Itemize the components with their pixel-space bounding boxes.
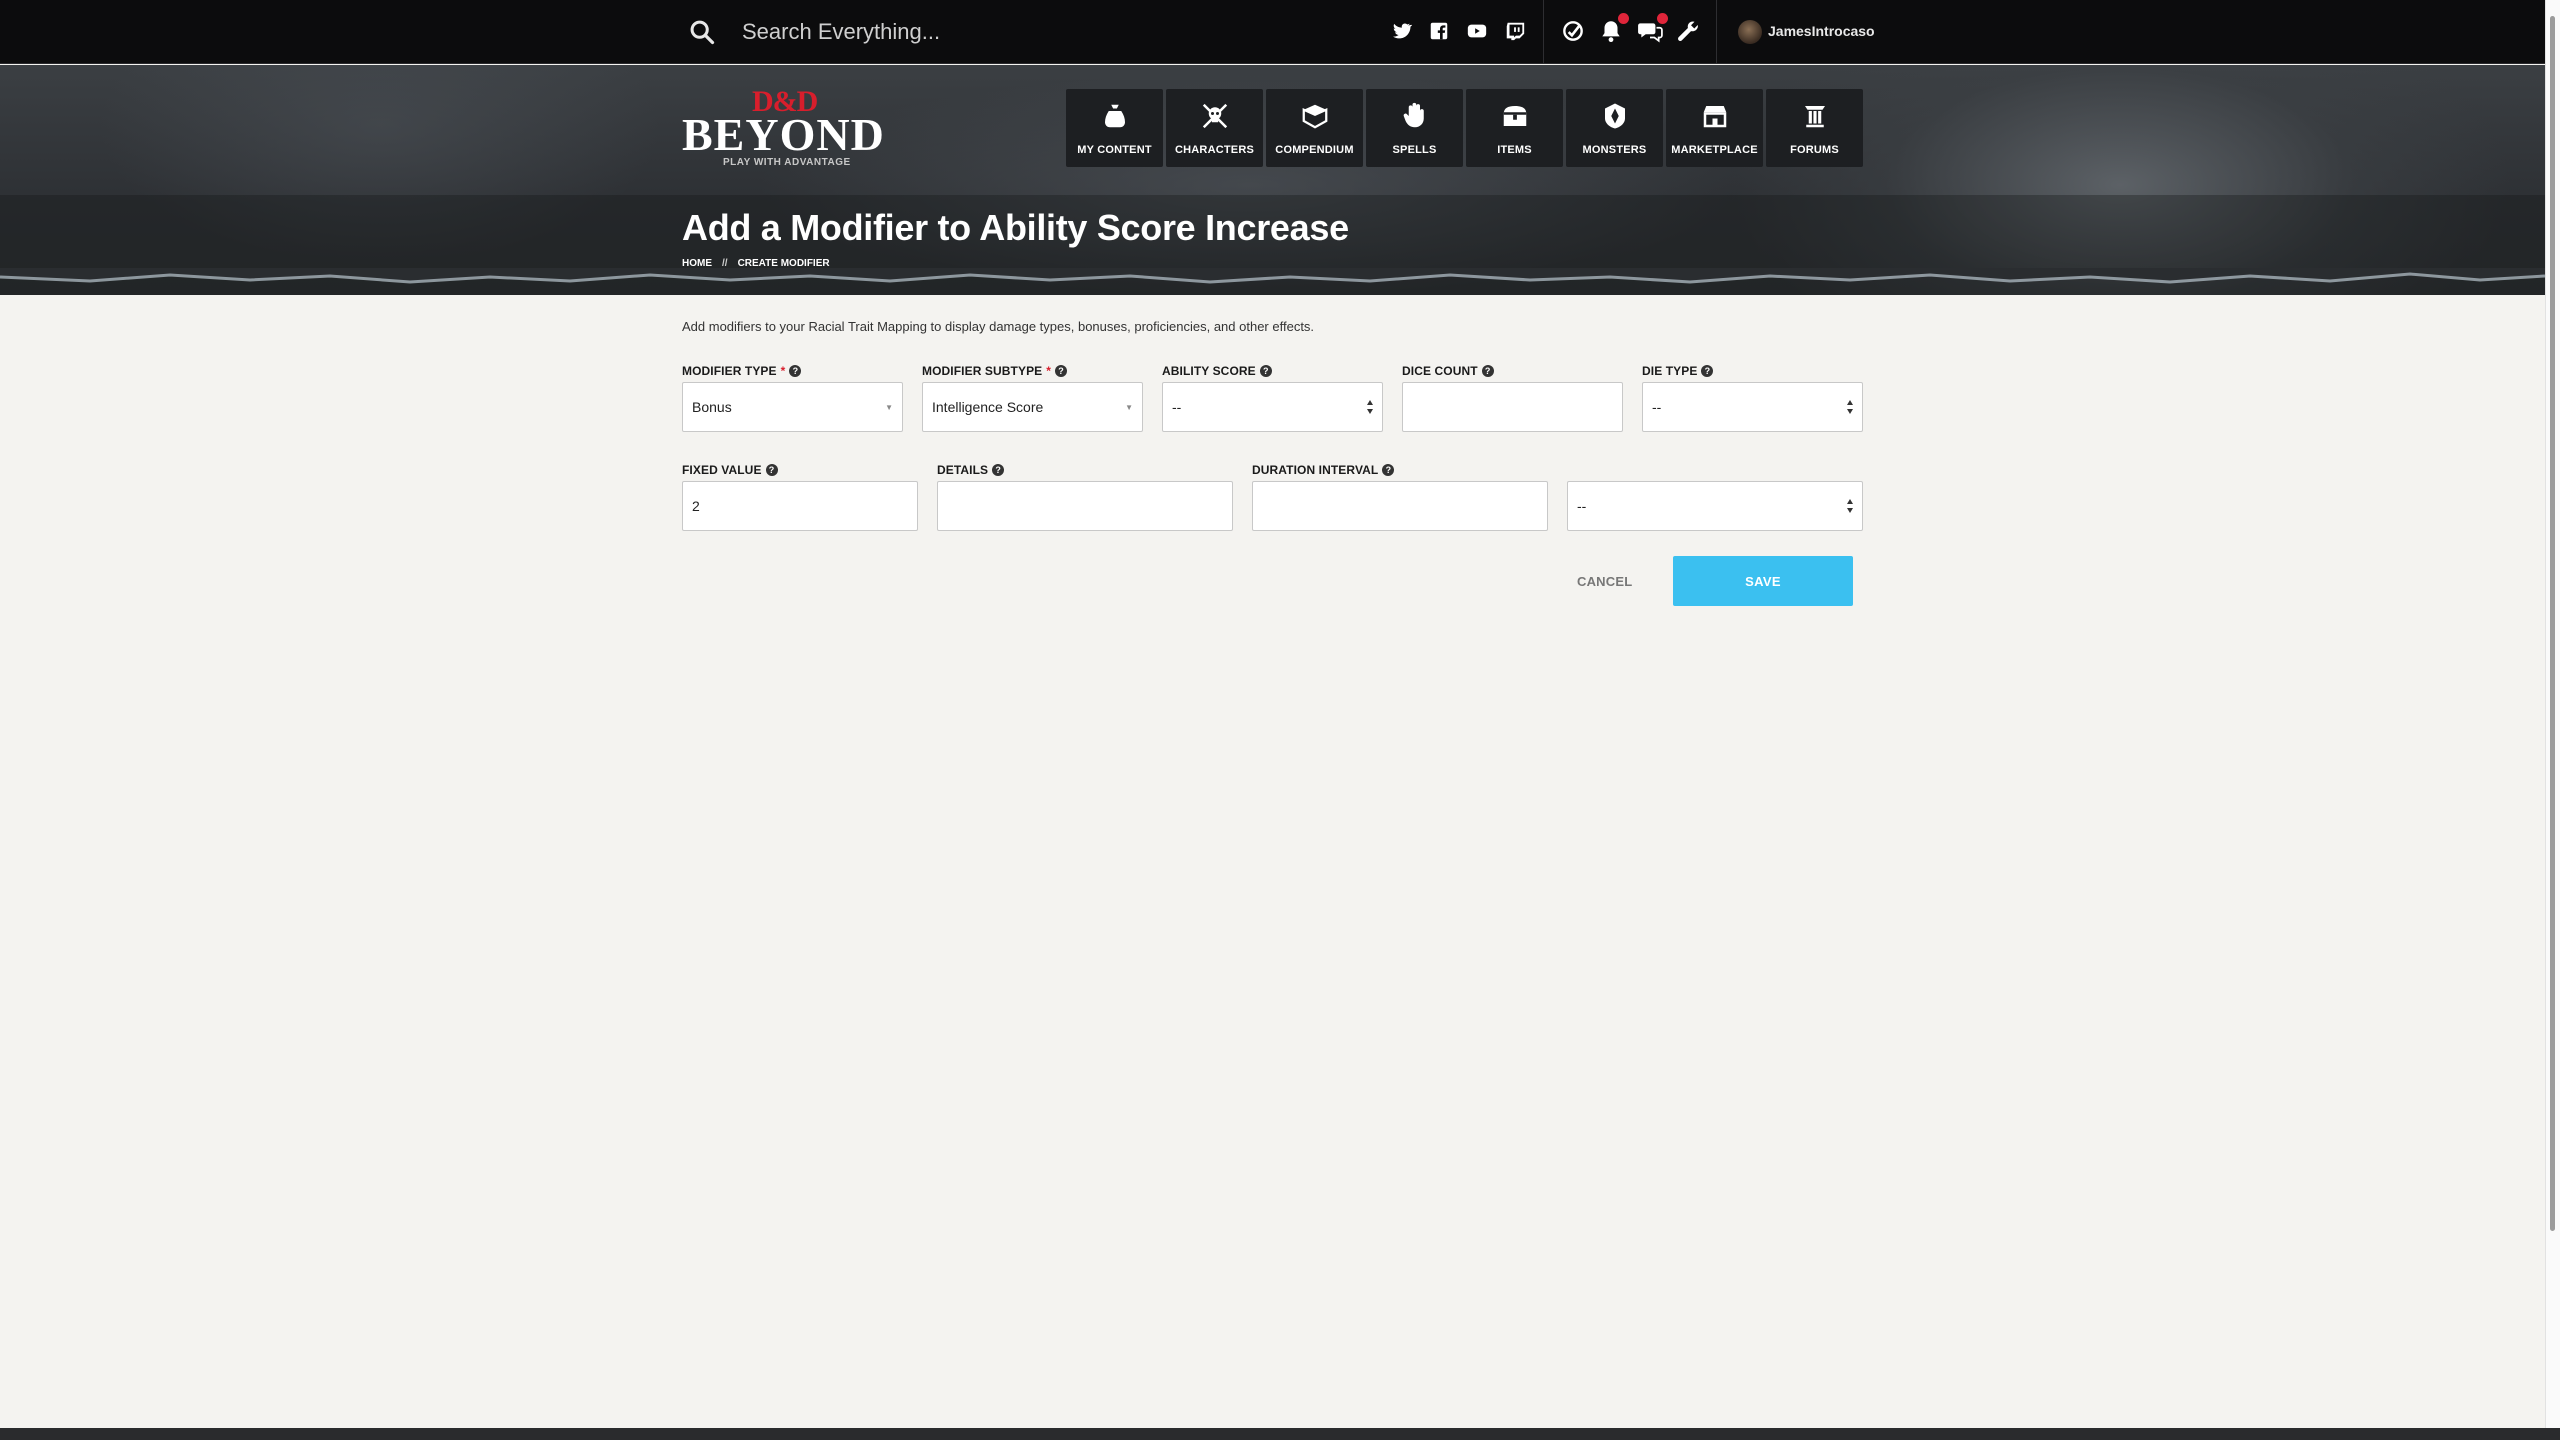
- cancel-button[interactable]: CANCEL: [1577, 574, 1632, 589]
- nav-label: COMPENDIUM: [1275, 144, 1354, 156]
- ability-score-select[interactable]: --: [1162, 382, 1383, 432]
- fixed-value-input[interactable]: 2: [682, 481, 918, 531]
- facebook-icon[interactable]: [1428, 20, 1450, 42]
- nav-compendium[interactable]: COMPENDIUM: [1266, 89, 1363, 167]
- nav-label: SPELLS: [1392, 144, 1437, 156]
- save-button[interactable]: SAVE: [1673, 556, 1853, 606]
- storefront-icon: [1703, 106, 1727, 128]
- help-icon[interactable]: ?: [765, 464, 778, 476]
- monster-icon: [1605, 103, 1625, 129]
- nav-my-content[interactable]: MY CONTENT: [1066, 89, 1163, 167]
- select-arrows-icon: [1367, 400, 1373, 414]
- nav-forums[interactable]: FORUMS: [1766, 89, 1863, 167]
- select-arrows-icon: [1847, 400, 1853, 414]
- required-mark: *: [1046, 364, 1052, 378]
- book-icon: [1302, 104, 1328, 129]
- modifier-subtype-label: MODIFIER SUBTYPE * ?: [922, 364, 1068, 378]
- nav-label: CHARACTERS: [1175, 144, 1254, 156]
- nav-monsters[interactable]: MONSTERS: [1566, 89, 1663, 167]
- chat-badge: [1657, 13, 1668, 24]
- topbar-divider: [1543, 0, 1544, 64]
- nav-label: MY CONTENT: [1077, 144, 1152, 156]
- required-mark: *: [780, 364, 786, 378]
- bottom-bar: [0, 1428, 2560, 1440]
- nav-spells[interactable]: SPELLS: [1366, 89, 1463, 167]
- details-label: DETAILS ?: [937, 463, 1005, 477]
- help-icon[interactable]: ?: [1382, 464, 1395, 476]
- notification-badge: [1618, 13, 1629, 24]
- duration-unit-select[interactable]: --: [1567, 481, 1863, 531]
- help-icon[interactable]: ?: [992, 464, 1005, 476]
- chevron-down-icon: ▼: [1125, 403, 1133, 412]
- notification-bell-icon[interactable]: [1598, 13, 1629, 44]
- search-icon[interactable]: [688, 18, 716, 46]
- duration-interval-label: DURATION INTERVAL ?: [1252, 463, 1395, 477]
- chest-icon: [1503, 106, 1527, 126]
- dice-count-input[interactable]: [1402, 382, 1623, 432]
- select-arrows-icon: [1847, 499, 1853, 513]
- breadcrumb-separator: //: [722, 258, 728, 269]
- logo-tagline: PLAY WITH ADVANTAGE: [723, 157, 851, 168]
- nav-items[interactable]: ITEMS: [1466, 89, 1563, 167]
- wrench-icon[interactable]: [1675, 18, 1701, 44]
- help-icon[interactable]: ?: [1259, 365, 1272, 377]
- search-input[interactable]: [742, 14, 1302, 50]
- help-icon[interactable]: ?: [1481, 365, 1494, 377]
- nav-label: ITEMS: [1497, 144, 1532, 156]
- die-type-select[interactable]: --: [1642, 382, 1863, 432]
- duration-interval-input[interactable]: [1252, 481, 1548, 531]
- logo-wordmark[interactable]: BEYOND: [682, 108, 885, 161]
- nav-label: MARKETPLACE: [1671, 144, 1758, 156]
- modifier-type-label: MODIFIER TYPE * ?: [682, 364, 802, 378]
- pillar-icon: [1805, 106, 1825, 128]
- breadcrumb-current: CREATE MODIFIER: [737, 258, 830, 269]
- nav-label: FORUMS: [1790, 144, 1839, 156]
- chevron-down-icon: ▼: [885, 403, 893, 412]
- bag-icon: [1105, 104, 1125, 128]
- torn-paper-edge: [0, 268, 2545, 284]
- twitch-icon[interactable]: [1504, 20, 1526, 42]
- help-icon[interactable]: ?: [789, 365, 802, 377]
- help-icon[interactable]: ?: [1701, 365, 1714, 377]
- top-bar: JamesIntrocaso: [0, 0, 2545, 64]
- modifier-type-select[interactable]: Bonus ▼: [682, 382, 903, 432]
- modifier-subtype-select[interactable]: Intelligence Score ▼: [922, 382, 1143, 432]
- nav-characters[interactable]: CHARACTERS: [1166, 89, 1263, 167]
- help-icon[interactable]: ?: [1055, 365, 1068, 377]
- topbar-divider: [1716, 0, 1717, 64]
- scrollbar-thumb[interactable]: [2550, 16, 2555, 1231]
- skull-crossed-swords-icon: [1202, 103, 1228, 129]
- twitter-icon[interactable]: [1390, 20, 1412, 42]
- nav-marketplace[interactable]: MARKETPLACE: [1666, 89, 1763, 167]
- die-type-label: DIE TYPE ?: [1642, 364, 1714, 378]
- avatar[interactable]: [1738, 20, 1762, 44]
- breadcrumb: HOME // CREATE MODIFIER: [682, 258, 830, 269]
- dndbeyond-icon[interactable]: [1560, 18, 1586, 44]
- chat-icon[interactable]: [1637, 13, 1668, 44]
- nav-label: MONSTERS: [1582, 144, 1647, 156]
- youtube-icon[interactable]: [1466, 20, 1488, 42]
- username[interactable]: JamesIntrocaso: [1768, 23, 1875, 39]
- hand-spell-icon: [1403, 102, 1424, 128]
- dice-count-label: DICE COUNT ?: [1402, 364, 1494, 378]
- page-title: Add a Modifier to Ability Score Increase: [682, 207, 1349, 248]
- intro-text: Add modifiers to your Racial Trait Mappi…: [682, 319, 1315, 334]
- breadcrumb-home[interactable]: HOME: [682, 258, 712, 269]
- main-nav: MY CONTENT CHARACTERS COMPENDIUM SPELLS …: [1066, 89, 1863, 167]
- fixed-value-label: FIXED VALUE ?: [682, 463, 778, 477]
- details-input[interactable]: [937, 481, 1233, 531]
- ability-score-label: ABILITY SCORE ?: [1162, 364, 1272, 378]
